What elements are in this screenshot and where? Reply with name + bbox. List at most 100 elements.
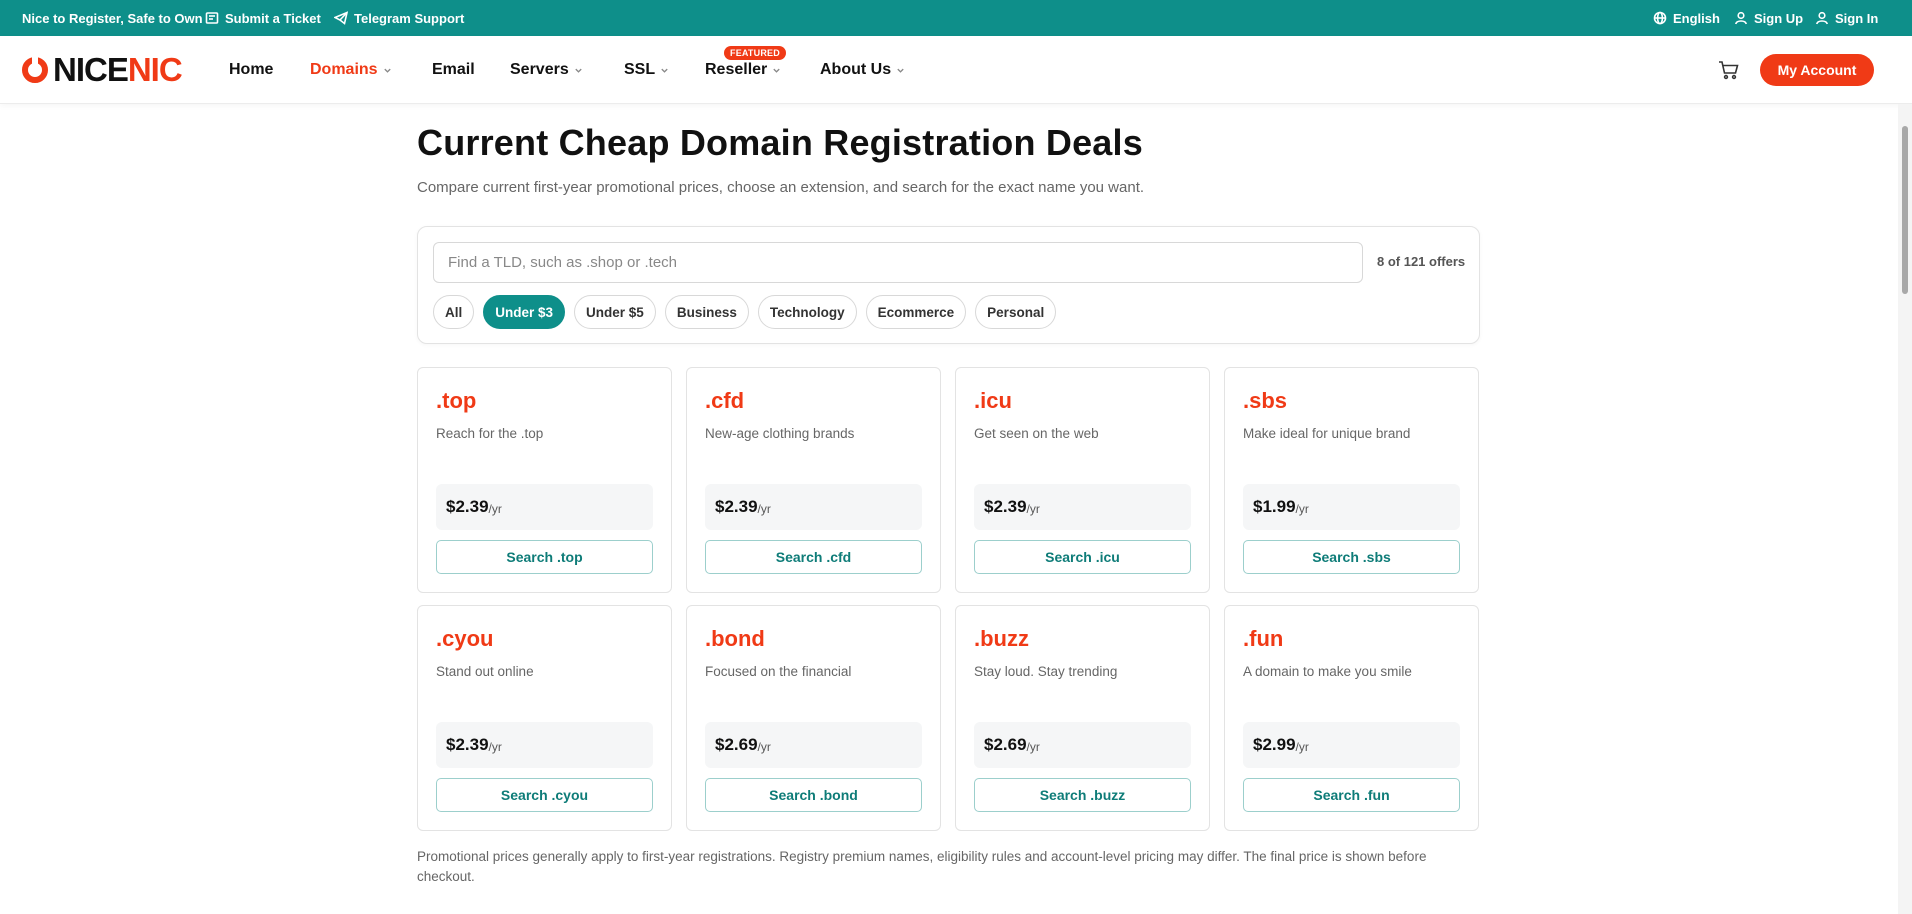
language-selector[interactable]: English (1653, 0, 1720, 36)
card-search-button[interactable]: Search .buzz (974, 778, 1191, 812)
card-tld: .buzz (974, 626, 1029, 651)
nav-domains-label: Domains (310, 61, 378, 78)
card-price-box: $2.39/yr (436, 722, 653, 768)
globe-icon (1653, 11, 1667, 25)
user-icon (1816, 11, 1828, 25)
card-search-button[interactable]: Search .bond (705, 778, 922, 812)
cart-button[interactable] (1718, 60, 1740, 80)
scrollbar-thumb[interactable] (1902, 126, 1908, 294)
chevron-down-icon (661, 68, 668, 73)
filter-chip-business[interactable]: Business (664, 295, 749, 329)
card-price-unit: /yr (1026, 502, 1040, 516)
chevron-down-icon (383, 68, 391, 73)
card-tld: .sbs (1243, 388, 1288, 413)
card-search-button[interactable]: Search .icu (974, 540, 1191, 574)
filter-chip-under-5[interactable]: Under $5 (574, 295, 656, 329)
card-description: Stand out online (436, 664, 534, 679)
card-price: $2.39 (715, 497, 758, 516)
nav-reseller-label: Reseller (705, 61, 768, 78)
card-tld: .fun (1243, 626, 1284, 651)
submit-ticket-link[interactable]: Submit a Ticket (205, 0, 321, 36)
page-scrollbar[interactable] (1898, 104, 1912, 914)
nav-email-label: Email (432, 61, 475, 78)
nicenic-logo[interactable]: NICENIC (22, 51, 183, 88)
tld-search-input[interactable] (433, 242, 1363, 283)
filter-chip-technology[interactable]: Technology (757, 295, 857, 329)
card-description: A domain to make you smile (1243, 664, 1412, 679)
card-search-button[interactable]: Search .cyou (436, 778, 653, 812)
filter-chip-under-3[interactable]: Under $3 (483, 295, 566, 329)
nav-servers-label: Servers (510, 61, 569, 78)
domain-card: .fun A domain to make you smile $2.99/yr… (1224, 605, 1479, 831)
filter-chip-ecommerce[interactable]: Ecommerce (865, 295, 967, 329)
domain-card: .top Reach for the .top $2.39/yr Search … (417, 367, 672, 593)
chevron-down-icon (575, 68, 582, 73)
card-description: Reach for the .top (436, 426, 544, 441)
card-price-unit: /yr (1026, 740, 1040, 754)
card-description: Stay loud. Stay trending (974, 664, 1118, 679)
nav-ssl[interactable]: SSL (624, 36, 669, 104)
sign-up-label: Sign Up (1754, 10, 1804, 26)
card-tld: .icu (974, 388, 1012, 413)
card-search-button[interactable]: Search .fun (1243, 778, 1460, 812)
card-price-unit: /yr (488, 740, 502, 754)
nav-home[interactable]: Home (229, 36, 273, 104)
card-search-button[interactable]: Search .top (436, 540, 653, 574)
nav-about-label: About Us (820, 61, 892, 78)
card-description: Focused on the financial (705, 664, 852, 679)
filter-panel: 8 of 121 offers All Under $3 Under $5 Bu… (417, 226, 1480, 344)
filter-chip-all[interactable]: All (433, 295, 475, 329)
card-description: Get seen on the web (974, 426, 1099, 441)
language-label: English (1673, 10, 1720, 26)
nav-email[interactable]: Email (432, 36, 475, 104)
nav-about-us[interactable]: About Us (820, 36, 905, 104)
card-tld: .cyou (436, 626, 494, 651)
sign-in-link[interactable]: Sign In (1815, 0, 1878, 36)
nav-servers[interactable]: Servers (510, 36, 583, 104)
card-price: $2.69 (984, 735, 1027, 754)
card-description: New-age clothing brands (705, 426, 855, 441)
domain-card: .bond Focused on the financial $2.69/yr … (686, 605, 941, 831)
domain-card: .cyou Stand out online $2.39/yr Search .… (417, 605, 672, 831)
card-price-unit: /yr (1295, 740, 1309, 754)
card-price-box: $2.69/yr (705, 722, 922, 768)
domain-card: .cfd New-age clothing brands $2.39/yr Se… (686, 367, 941, 593)
telegram-icon (334, 11, 348, 25)
tagline-text: Nice to Register, Safe to Own (22, 10, 203, 26)
domain-card: .sbs Make ideal for unique brand $1.99/y… (1224, 367, 1479, 593)
card-tld: .cfd (705, 388, 745, 413)
card-price-box: $2.69/yr (974, 722, 1191, 768)
domain-card: .icu Get seen on the web $2.39/yr Search… (955, 367, 1210, 593)
chevron-down-icon (897, 68, 904, 73)
card-search-button[interactable]: Search .sbs (1243, 540, 1460, 574)
sign-up-link[interactable]: Sign Up (1734, 0, 1803, 36)
sign-in-label: Sign In (1835, 10, 1879, 26)
card-price-box: $1.99/yr (1243, 484, 1460, 530)
card-description: Make ideal for unique brand (1243, 426, 1411, 441)
nav-home-label: Home (229, 61, 274, 78)
card-price: $2.39 (446, 497, 489, 516)
logo-wordmark: NICENIC (53, 51, 183, 88)
submit-ticket-label: Submit a Ticket (225, 10, 321, 26)
card-price-box: $2.39/yr (974, 484, 1191, 530)
card-price: $2.69 (715, 735, 758, 754)
telegram-support-label: Telegram Support (354, 10, 465, 26)
card-price: $2.99 (1253, 735, 1296, 754)
domain-card: .buzz Stay loud. Stay trending $2.69/yr … (955, 605, 1210, 831)
top-announcement-bar: Nice to Register, Safe to Own Submit a T… (0, 0, 1912, 36)
card-price-unit: /yr (488, 502, 502, 516)
my-account-button[interactable]: My Account (1760, 54, 1874, 86)
logo-power-icon (22, 57, 48, 83)
filter-chips: All Under $3 Under $5 Business Technolog… (433, 295, 1057, 329)
tagline: Nice to Register, Safe to Own (22, 0, 203, 36)
telegram-support-link[interactable]: Telegram Support (334, 0, 464, 36)
user-icon (1735, 11, 1747, 25)
nav-reseller[interactable]: Reseller (705, 36, 781, 104)
offer-count: 8 of 121 offers (1377, 254, 1466, 269)
card-search-button[interactable]: Search .cfd (705, 540, 922, 574)
main-navigation: NICENIC Home Domains Email Servers SSL F… (0, 36, 1912, 104)
filter-chip-personal[interactable]: Personal (975, 295, 1057, 329)
card-tld: .top (436, 388, 477, 413)
nav-domains[interactable]: Domains (310, 36, 392, 104)
card-price-box: $2.39/yr (705, 484, 922, 530)
